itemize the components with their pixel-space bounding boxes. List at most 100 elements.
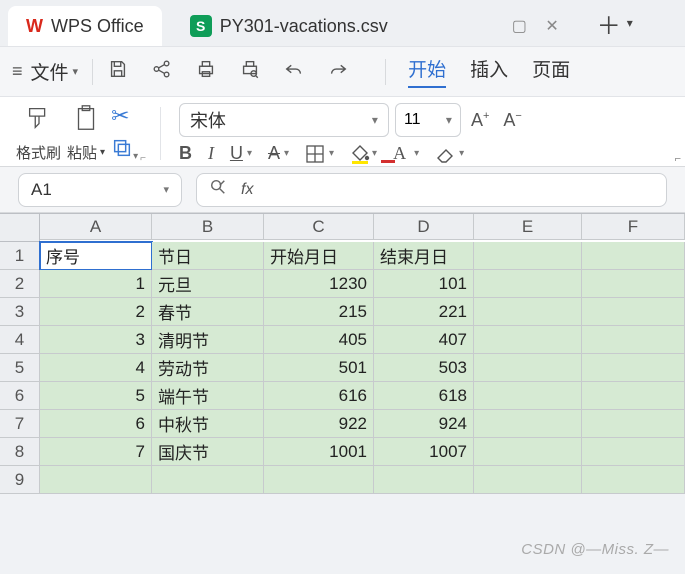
- column-header[interactable]: E: [474, 214, 582, 240]
- cell[interactable]: [582, 466, 685, 494]
- cell[interactable]: 924: [374, 410, 474, 438]
- cell[interactable]: [474, 326, 582, 354]
- font-color-button[interactable]: A▾: [393, 143, 419, 164]
- print-preview-icon[interactable]: [239, 58, 261, 85]
- cell[interactable]: [474, 466, 582, 494]
- cell[interactable]: [40, 466, 152, 494]
- row-header[interactable]: 3: [0, 298, 40, 326]
- cell[interactable]: [152, 466, 264, 494]
- italic-button[interactable]: I: [208, 143, 214, 164]
- cell[interactable]: [582, 382, 685, 410]
- row-header[interactable]: 2: [0, 270, 40, 298]
- cell[interactable]: [474, 410, 582, 438]
- underline-button[interactable]: U▾: [230, 143, 252, 164]
- new-tab-button[interactable]: ＋ ▾: [597, 6, 633, 41]
- cell[interactable]: 6: [40, 410, 152, 438]
- formula-input[interactable]: fx: [196, 173, 667, 207]
- select-all-corner[interactable]: [0, 214, 40, 242]
- cell[interactable]: 3: [40, 326, 152, 354]
- cell[interactable]: 国庆节: [152, 438, 264, 466]
- cell[interactable]: 节日: [152, 242, 264, 270]
- cell[interactable]: [474, 298, 582, 326]
- save-icon[interactable]: [107, 58, 129, 85]
- cell[interactable]: [474, 354, 582, 382]
- cell-reference-box[interactable]: A1 ▾: [18, 173, 182, 207]
- cell[interactable]: 端午节: [152, 382, 264, 410]
- cell[interactable]: [474, 438, 582, 466]
- row-header[interactable]: 7: [0, 410, 40, 438]
- cell[interactable]: [582, 298, 685, 326]
- column-header[interactable]: B: [152, 214, 264, 240]
- cell[interactable]: 春节: [152, 298, 264, 326]
- row-header[interactable]: 5: [0, 354, 40, 382]
- group-expand-icon[interactable]: ⌐: [675, 153, 681, 165]
- cell[interactable]: 4: [40, 354, 152, 382]
- tab-page[interactable]: 页面: [532, 55, 570, 88]
- cell[interactable]: 1: [40, 270, 152, 298]
- cell[interactable]: 序号: [40, 242, 152, 270]
- cell[interactable]: 221: [374, 298, 474, 326]
- row-header[interactable]: 1: [0, 242, 40, 270]
- column-header[interactable]: F: [582, 214, 685, 240]
- paste-button[interactable]: 粘贴▾: [67, 103, 105, 164]
- cell[interactable]: [264, 466, 374, 494]
- row-header[interactable]: 4: [0, 326, 40, 354]
- cell[interactable]: [582, 410, 685, 438]
- cell[interactable]: 215: [264, 298, 374, 326]
- row-header[interactable]: 6: [0, 382, 40, 410]
- row-header[interactable]: 9: [0, 466, 40, 494]
- cell[interactable]: 劳动节: [152, 354, 264, 382]
- cell[interactable]: [474, 242, 582, 270]
- eraser-button[interactable]: ▾: [435, 144, 464, 164]
- share-icon[interactable]: [151, 58, 173, 85]
- cell[interactable]: 1230: [264, 270, 374, 298]
- print-icon[interactable]: [195, 58, 217, 85]
- cell[interactable]: 405: [264, 326, 374, 354]
- spreadsheet-grid[interactable]: A B C D E F 1 序号 节日 开始月日 结束月日 21元旦123010…: [0, 213, 685, 494]
- font-select[interactable]: 宋体 ▾: [179, 103, 389, 137]
- cell[interactable]: 中秋节: [152, 410, 264, 438]
- tab-start[interactable]: 开始: [408, 55, 446, 88]
- fx-icon[interactable]: fx: [241, 181, 253, 199]
- cell[interactable]: [582, 438, 685, 466]
- file-tab[interactable]: S PY301-vacations.csv ▢ ✕: [180, 6, 569, 46]
- row-header[interactable]: 8: [0, 438, 40, 466]
- increase-font-icon[interactable]: A+: [467, 110, 493, 131]
- file-menu[interactable]: 文件: [31, 58, 69, 85]
- column-header[interactable]: D: [374, 214, 474, 240]
- copy-icon[interactable]: ▾: [111, 137, 138, 164]
- chevron-down-icon[interactable]: ▾: [627, 16, 633, 30]
- chevron-down-icon[interactable]: ▾: [100, 147, 105, 158]
- column-header[interactable]: C: [264, 214, 374, 240]
- cell[interactable]: 922: [264, 410, 374, 438]
- cut-icon[interactable]: ✂: [111, 103, 138, 129]
- tab-insert[interactable]: 插入: [470, 55, 508, 88]
- cell[interactable]: [582, 242, 685, 270]
- font-size-select[interactable]: 11 ▾: [395, 103, 461, 137]
- cell[interactable]: [474, 382, 582, 410]
- cell[interactable]: [582, 326, 685, 354]
- cell[interactable]: 7: [40, 438, 152, 466]
- cell[interactable]: 结束月日: [374, 242, 474, 270]
- group-expand-icon[interactable]: ⌐: [140, 153, 146, 164]
- cell[interactable]: [374, 466, 474, 494]
- cell[interactable]: 2: [40, 298, 152, 326]
- cell[interactable]: 407: [374, 326, 474, 354]
- cell[interactable]: 元旦: [152, 270, 264, 298]
- cell[interactable]: [582, 354, 685, 382]
- undo-icon[interactable]: [283, 58, 305, 85]
- bold-button[interactable]: B: [179, 143, 192, 164]
- format-painter-button[interactable]: 格式刷: [16, 103, 61, 164]
- cell[interactable]: [474, 270, 582, 298]
- cell[interactable]: 5: [40, 382, 152, 410]
- cell[interactable]: 1001: [264, 438, 374, 466]
- cell[interactable]: 101: [374, 270, 474, 298]
- cell[interactable]: 1007: [374, 438, 474, 466]
- redo-icon[interactable]: [327, 58, 349, 85]
- strikethrough-button[interactable]: A▾: [268, 143, 289, 164]
- cell[interactable]: 清明节: [152, 326, 264, 354]
- cell[interactable]: 503: [374, 354, 474, 382]
- hamburger-icon[interactable]: ≡: [12, 61, 23, 82]
- borders-button[interactable]: ▾: [305, 144, 334, 164]
- close-tab-icon[interactable]: ✕: [545, 18, 558, 35]
